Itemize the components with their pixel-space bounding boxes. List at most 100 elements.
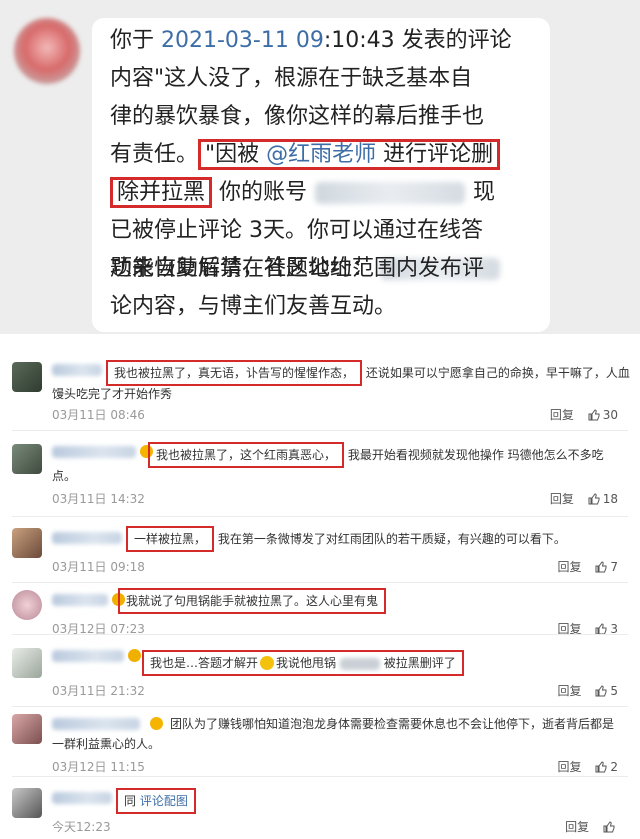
reply-button[interactable]: 回复 [565,820,589,834]
notice-text: 你的账号 [212,180,308,205]
smiley-icon [260,656,275,670]
avatar[interactable] [12,648,42,678]
notice-line-2: 内容"这人没了，根源在于缺乏基本自 [110,66,473,91]
comment-item: 我也是…答题才解开 我说他甩锅 被拉黑删评了 03月11日 21:32 回复 5 [0,642,640,706]
like-count: 18 [602,492,618,506]
comment-text: 我就说了句甩锅能手就被拉黑了。这人心里有鬼 [52,588,630,614]
avatar[interactable] [12,714,42,744]
comment-time: 03月11日 09:18 [52,560,145,574]
comment-time: 03月11日 08:46 [52,408,145,422]
notification-panel: 你于 2021-03-11 09:10:43 发表的评论 内容"这人没了，根源在… [0,0,640,334]
comment-item: 团队为了赚钱哪怕知道泡泡龙身体需要检查需要休息也不会让他停下，逝者背后都是 一群… [0,712,640,778]
notice-line-3: 律的暴饮暴食，像你这样的幕后推手也 [110,104,485,129]
highlight-box: 同 评论配图 [116,788,196,814]
comment-item: 一样被拉黑， 我在第一条微博发了对红雨团队的若干质疑，有兴趣的可以看下。 03月… [0,524,640,584]
like-count: 7 [610,560,618,574]
like-button[interactable]: 30 [588,408,618,422]
comment-item: 我也被拉黑了，真无语，讣告写的惺惺作态， 还说如果可以宁愿拿自己的命换，早干嘛了… [0,354,640,432]
notice-line-5: 除并拉黑 你的账号 现 [110,174,495,212]
reply-button[interactable]: 回复 [550,408,574,422]
avatar[interactable] [12,528,42,558]
notice-text: 现 [473,180,496,205]
comment-text: 团队为了赚钱哪怕知道泡泡龙身体需要检查需要休息也不会让他停下，逝者背后都是 [52,714,630,734]
notice-text: 进行评论删 [376,142,494,167]
comment-text-line2: 馒头吃完了才开始作秀 [52,387,173,401]
like-count: 5 [610,684,618,698]
comment-time: 03月11日 14:32 [52,492,145,506]
comment-text: 我也被拉黑了，这个红雨真恶心， 我最开始看视频就发现他操作 玛德他怎么不多吃 [52,442,630,468]
thumbs-up-icon [588,493,600,505]
comment-actions: 回复 [565,818,618,835]
highlight-box: "因被 @红雨老师 进行评论删 [198,139,501,170]
comment-body: 我说他甩锅 [276,656,337,670]
redacted-text [339,657,380,670]
divider [12,706,628,707]
notification-bubble: 你于 2021-03-11 09:10:43 发表的评论 内容"这人没了，根源在… [92,18,550,332]
divider [12,582,628,583]
comment-body: 我也是…答题才解开 [150,656,259,670]
comment-actions: 回复 7 [558,558,618,575]
comment-actions: 回复 2 [558,758,618,775]
reply-button[interactable]: 回复 [558,684,582,698]
comment-text: 我也是…答题才解开 我说他甩锅 被拉黑删评了 [52,650,630,676]
comment-body: 我最开始看视频就发现他操作 玛德他怎么不多吃 [347,448,604,462]
divider [12,516,628,517]
avatar[interactable] [12,788,42,818]
mention-link[interactable]: @红雨老师 [266,142,376,167]
like-button[interactable]: 2 [595,760,618,774]
notice-line-4: 有责任。 "因被 @红雨老师 进行评论删 [110,136,501,174]
comment-body: 同 [124,794,140,808]
thumbs-up-icon [595,685,607,697]
divider [12,634,628,635]
avatar[interactable] [12,590,42,620]
highlight-box: 我也是…答题才解开 我说他甩锅 被拉黑删评了 [142,650,464,676]
comment-text: 我也被拉黑了，真无语，讣告写的惺惺作态， 还说如果可以宁愿拿自己的命换，早干嘛了… [52,360,630,386]
comment-body: 还说如果可以宁愿拿自己的命换，早干嘛了，人血 [365,366,630,380]
comment-item: 我也被拉黑了，这个红雨真恶心， 我最开始看视频就发现他操作 玛德他怎么不多吃 点… [0,438,640,516]
comment-time: 03月11日 21:32 [52,684,145,698]
notice-timestamp[interactable]: 2021-03-11 09 [161,28,324,53]
thumbs-up-icon [595,561,607,573]
highlight-box: 我也被拉黑了，真无语，讣告写的惺惺作态， [106,360,363,386]
avatar[interactable] [12,444,42,474]
comment-actions: 回复 30 [550,406,618,423]
divider [12,776,628,777]
notice-text: 你于 [110,28,161,53]
comment-body: 我在第一条微博发了对红雨团队的若干质疑，有兴趣的可以看下。 [217,532,566,546]
reply-button[interactable]: 回复 [558,560,582,574]
comment-text-line2: 一群利益熏心的人。 [52,737,161,751]
comment-item: 我就说了句甩锅能手就被拉黑了。这人心里有鬼 03月12日 07:23 回复 3 [0,588,640,648]
thumbs-up-icon [603,821,615,833]
comment-list: 我也被拉黑了，真无语，讣告写的惺惺作态， 还说如果可以宁愿拿自己的命换，早干嘛了… [0,344,640,839]
notice-text: :10:43 发表的评论 [323,28,512,53]
comment-text: 一样被拉黑， 我在第一条微博发了对红雨团队的若干质疑，有兴趣的可以看下。 [52,526,630,552]
reply-button[interactable]: 回复 [558,760,582,774]
thumbs-up-icon [588,409,600,421]
highlight-box: 我也被拉黑了，这个红雨真恶心， [148,442,345,468]
comment-image-link[interactable]: 评论配图 [140,794,188,808]
comment-actions: 回复 18 [550,490,618,507]
notice-line-1: 你于 2021-03-11 09:10:43 发表的评论 [110,22,512,60]
like-button[interactable]: 5 [595,684,618,698]
highlight-box: 一样被拉黑， [126,526,215,552]
comment-item: 同 评论配图 今天12:23 回复 [0,782,640,838]
thumbs-up-icon [595,761,607,773]
comment-body: 被拉黑删评了 [383,656,456,670]
notice-text: "因被 [205,142,267,167]
notice-text: 有责任。 [110,142,199,167]
avatar[interactable] [12,362,42,392]
reply-button[interactable]: 回复 [550,492,574,506]
divider [12,430,628,431]
notice-line-6: 已被停止评论 3天。你可以通过在线答 [110,218,483,243]
comment-time: 今天12:23 [52,820,111,834]
like-button[interactable] [603,820,618,834]
comment-actions: 回复 5 [558,682,618,699]
like-button[interactable]: 18 [588,492,618,506]
sender-avatar [14,18,80,84]
notice-line-8: 功能恢复后请在社区公约范围内发布评 [110,256,485,281]
comment-time: 03月12日 11:15 [52,760,145,774]
highlight-box: 除并拉黑 [110,177,213,208]
like-count: 2 [610,760,618,774]
like-count: 30 [602,408,618,422]
like-button[interactable]: 7 [595,560,618,574]
